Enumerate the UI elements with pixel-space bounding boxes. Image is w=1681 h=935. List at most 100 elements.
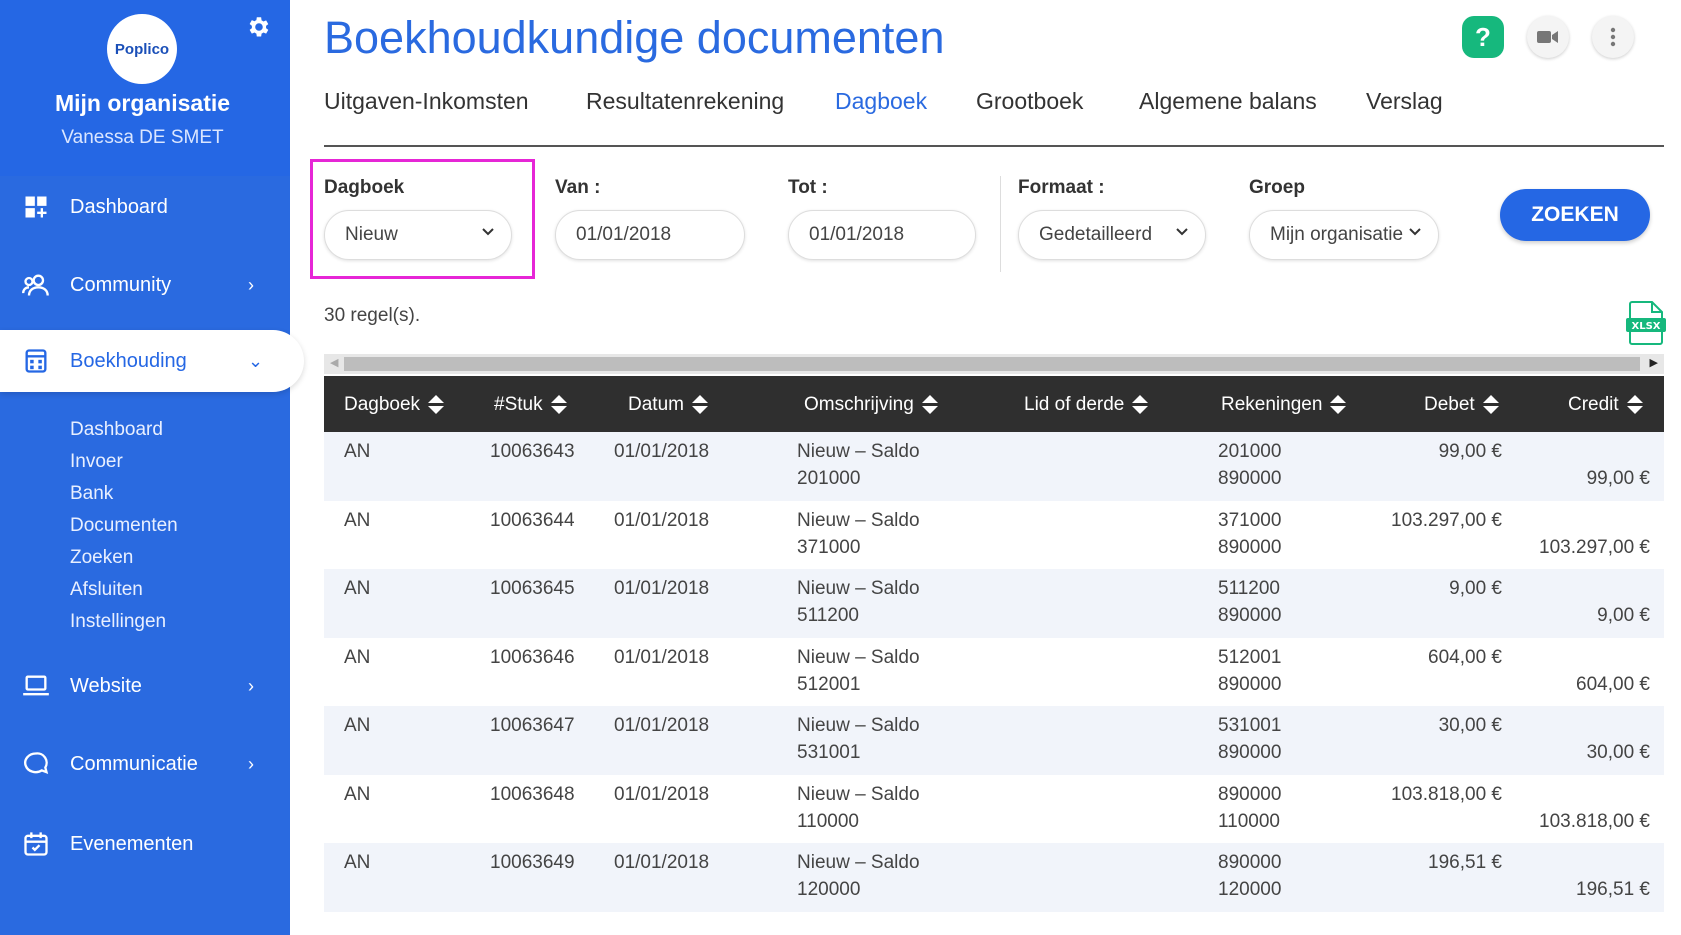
oms-line: Nieuw – Saldo	[797, 441, 920, 462]
table-row[interactable]: AN 10063643 01/01/2018 Nieuw – Saldo 2010…	[324, 432, 1664, 501]
scroll-left-icon[interactable]: ◀	[330, 356, 338, 369]
cell-credit: 9,00 €	[1597, 605, 1650, 626]
cell-omschrijving: Nieuw – Saldo 201000	[797, 438, 920, 492]
cell-stuk: 10063643	[490, 441, 575, 462]
sidebar-item-website[interactable]: Website ›	[0, 655, 290, 717]
subnav-zoeken[interactable]: Zoeken	[70, 547, 133, 569]
subnav-dashboard[interactable]: Dashboard	[70, 419, 163, 441]
user-name: Vanessa DE SMET	[61, 127, 224, 148]
tabs-divider	[324, 145, 1664, 147]
col-label: #Stuk	[494, 394, 543, 415]
more-options-button[interactable]	[1592, 16, 1634, 58]
sort-icon	[1132, 395, 1149, 415]
chevron-down-icon	[482, 228, 494, 236]
col-stuk[interactable]: #Stuk	[494, 394, 567, 416]
oms-line: Nieuw – Saldo	[797, 646, 920, 668]
oms-line: Nieuw – Saldo	[797, 783, 920, 805]
table-row[interactable]: AN 10063645 01/01/2018 Nieuw – Saldo 5112…	[324, 569, 1664, 638]
sidebar-item-boekhouding[interactable]: Boekhouding ⌄	[0, 330, 304, 392]
tot-value: 01/01/2018	[809, 224, 905, 245]
sidebar-item-dashboard[interactable]: Dashboard	[0, 176, 290, 238]
chevron-right-icon: ›	[248, 274, 254, 295]
sidebar-header: Poplico Mijn organisatie Vanessa DE SMET	[0, 0, 290, 176]
sidebar-item-communicatie[interactable]: Communicatie ›	[0, 733, 290, 795]
tot-date-input[interactable]: 01/01/2018	[788, 210, 976, 260]
more-vertical-icon	[1610, 27, 1616, 47]
dashboard-icon	[25, 196, 47, 218]
col-dagboek[interactable]: Dagboek	[344, 394, 445, 416]
sidebar-item-community[interactable]: Community ›	[0, 254, 290, 316]
oms-line: Nieuw – Saldo	[797, 715, 920, 736]
dagboek-select[interactable]: Nieuw	[324, 210, 512, 260]
cell-stuk: 10063647	[490, 715, 575, 736]
tab-uitgaven-inkomsten[interactable]: Uitgaven-Inkomsten	[324, 88, 529, 115]
help-button[interactable]: ?	[1462, 16, 1504, 58]
cell-credit: 103.297,00 €	[1539, 536, 1650, 558]
cell-dagboek: AN	[344, 715, 371, 736]
video-button[interactable]	[1527, 16, 1569, 58]
oms-line: 531001	[797, 742, 861, 763]
table-horizontal-scrollbar[interactable]: ◀ ▶	[324, 354, 1664, 374]
cell-dagboek: AN	[344, 578, 371, 599]
scrollbar-thumb[interactable]	[344, 357, 1640, 371]
col-debet[interactable]: Debet	[1424, 394, 1499, 416]
cell-datum: 01/01/2018	[614, 715, 710, 736]
cell-debet: 604,00 €	[1428, 646, 1502, 668]
org-name[interactable]: Mijn organisatie	[0, 90, 285, 117]
org-logo[interactable]: Poplico	[107, 14, 177, 84]
cell-rekeningen: 890000 110000	[1218, 781, 1281, 835]
van-value: 01/01/2018	[576, 224, 672, 245]
table-row[interactable]: AN 10063648 01/01/2018 Nieuw – Saldo 1100…	[324, 775, 1664, 844]
tab-grootboek[interactable]: Grootboek	[976, 88, 1083, 115]
cell-stuk: 10063648	[490, 783, 575, 805]
groep-select[interactable]: Mijn organisatie	[1249, 210, 1439, 260]
subnav-instellingen[interactable]: Instellingen	[70, 611, 166, 633]
tab-verslag[interactable]: Verslag	[1366, 88, 1443, 115]
formaat-select[interactable]: Gedetailleerd	[1018, 210, 1206, 260]
tab-algemene-balans[interactable]: Algemene balans	[1139, 88, 1317, 115]
table-header: Dagboek #Stuk Datum Omschrijving Lid of …	[324, 376, 1664, 432]
col-label: Datum	[628, 394, 684, 415]
table-row[interactable]: AN 10063647 01/01/2018 Nieuw – Saldo 5310…	[324, 706, 1664, 775]
cell-datum: 01/01/2018	[614, 578, 710, 599]
cell-credit: 30,00 €	[1586, 742, 1650, 763]
chevron-down-icon: ⌄	[248, 350, 264, 371]
subnav-afsluiten[interactable]: Afsluiten	[70, 579, 143, 601]
chat-icon	[24, 752, 49, 775]
scroll-right-icon[interactable]: ▶	[1650, 356, 1658, 369]
col-lid-of-derde[interactable]: Lid of derde	[1024, 394, 1149, 416]
col-omschrijving[interactable]: Omschrijving	[804, 394, 938, 416]
cell-rekeningen: 890000 120000	[1218, 849, 1281, 903]
col-label: Credit	[1568, 394, 1619, 415]
cell-dagboek: AN	[344, 783, 371, 805]
table-row[interactable]: AN 10063644 01/01/2018 Nieuw – Saldo 3710…	[324, 501, 1664, 570]
search-button[interactable]: ZOEKEN	[1500, 189, 1650, 241]
xlsx-export-icon[interactable]: XLSX	[1626, 300, 1666, 346]
cell-omschrijving: Nieuw – Saldo 511200	[797, 575, 920, 629]
table-row[interactable]: AN 10063649 01/01/2018 Nieuw – Saldo 1200…	[324, 843, 1664, 912]
xlsx-label: XLSX	[1632, 321, 1661, 332]
rek-line: 890000	[1218, 852, 1282, 873]
rek-line: 201000	[1218, 441, 1282, 462]
col-datum[interactable]: Datum	[628, 394, 708, 416]
formaat-label: Formaat :	[1018, 177, 1105, 198]
van-date-input[interactable]: 01/01/2018	[555, 210, 745, 260]
table-row[interactable]: AN 10063646 01/01/2018 Nieuw – Saldo 5120…	[324, 638, 1664, 707]
formaat-value: Gedetailleerd	[1039, 224, 1153, 245]
col-label: Omschrijving	[804, 394, 914, 415]
subnav-documenten[interactable]: Documenten	[70, 515, 178, 537]
cell-omschrijving: Nieuw – Saldo 531001	[797, 712, 920, 766]
oms-line: Nieuw – Saldo	[797, 509, 920, 531]
col-credit[interactable]: Credit	[1568, 394, 1643, 416]
gear-icon[interactable]	[245, 14, 271, 40]
tab-dagboek[interactable]: Dagboek	[835, 88, 927, 115]
subnav-bank[interactable]: Bank	[70, 483, 113, 505]
col-rekeningen[interactable]: Rekeningen	[1221, 394, 1347, 416]
rek-line: 890000	[1218, 536, 1282, 558]
sidebar-item-label: Community	[70, 273, 172, 296]
subnav-invoer[interactable]: Invoer	[70, 451, 123, 473]
col-label: Debet	[1424, 394, 1475, 415]
sort-icon	[1626, 395, 1643, 415]
sidebar-item-evenementen[interactable]: Evenementen	[0, 813, 290, 875]
tab-resultatenrekening[interactable]: Resultatenrekening	[586, 88, 784, 115]
